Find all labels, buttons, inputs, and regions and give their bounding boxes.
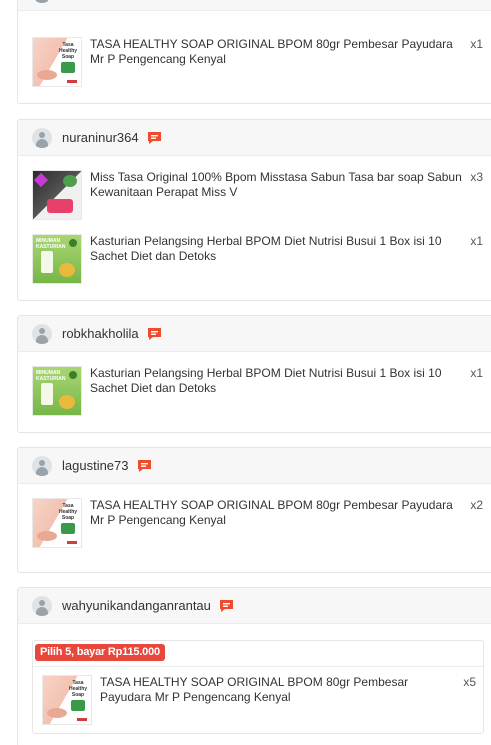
- promo-bundle: Pilih 5, bayar Rp115.000 Tasa Healthy So…: [32, 640, 484, 734]
- chat-icon[interactable]: [137, 459, 152, 473]
- username[interactable]: robkhakholila: [62, 326, 139, 341]
- thumbnail-label: Tasa Healthy Soap: [58, 42, 78, 60]
- quantity: x2: [470, 498, 483, 512]
- quantity: x5: [463, 675, 476, 689]
- quantity: x1: [470, 234, 483, 248]
- chat-icon[interactable]: [219, 599, 234, 613]
- avatar: [32, 323, 52, 344]
- product-thumbnail[interactable]: Tasa Healthy Soap: [32, 498, 82, 548]
- order-item[interactable]: MINUMAN KASTURIAN Kasturian Pelangsing H…: [18, 366, 491, 416]
- order-card: lagustine73 Tasa Healthy Soap TASA HEALT…: [17, 447, 491, 573]
- order-card: robkhakholila MINUMAN KASTURIAN Kasturia…: [17, 315, 491, 433]
- quantity: x1: [470, 366, 483, 380]
- product-name[interactable]: Kasturian Pelangsing Herbal BPOM Diet Nu…: [90, 366, 464, 396]
- username[interactable]: lagustine73: [62, 458, 129, 473]
- thumbnail-label: MINUMAN KASTURIAN: [36, 238, 66, 250]
- product-thumbnail[interactable]: Tasa Healthy Soap: [32, 37, 82, 87]
- order-item[interactable]: Miss Tasa Original 100% Bpom Misstasa Sa…: [18, 170, 491, 220]
- product-name[interactable]: Kasturian Pelangsing Herbal BPOM Diet Nu…: [90, 234, 464, 264]
- order-card: Tasa Healthy Soap TASA HEALTHY SOAP ORIG…: [17, 0, 491, 104]
- order-card: nuraninur364 Miss Tasa Original 100% Bpo…: [17, 119, 491, 301]
- order-card-header: lagustine73: [18, 448, 491, 484]
- product-thumbnail[interactable]: MINUMAN KASTURIAN: [32, 234, 82, 284]
- promo-badge[interactable]: Pilih 5, bayar Rp115.000: [35, 644, 165, 661]
- chat-icon[interactable]: [147, 131, 162, 145]
- thumbnail-label: Tasa Healthy Soap: [68, 680, 88, 698]
- divider: [33, 666, 483, 667]
- order-card-header: robkhakholila: [18, 316, 491, 352]
- order-card-header: wahyunikandanganrantau: [18, 588, 491, 624]
- order-card-header: nuraninur364: [18, 120, 491, 156]
- order-item[interactable]: Tasa Healthy Soap TASA HEALTHY SOAP ORIG…: [42, 675, 458, 725]
- order-item[interactable]: Tasa Healthy Soap TASA HEALTHY SOAP ORIG…: [18, 37, 491, 87]
- order-card-header: [18, 0, 491, 11]
- product-thumbnail[interactable]: Tasa Healthy Soap: [42, 675, 92, 725]
- product-name[interactable]: TASA HEALTHY SOAP ORIGINAL BPOM 80gr Pem…: [90, 37, 464, 67]
- avatar: [32, 595, 52, 616]
- product-name[interactable]: TASA HEALTHY SOAP ORIGINAL BPOM 80gr Pem…: [90, 498, 464, 528]
- avatar: [32, 455, 52, 476]
- quantity: x3: [470, 170, 483, 184]
- avatar: [32, 0, 52, 3]
- order-item[interactable]: MINUMAN KASTURIAN Kasturian Pelangsing H…: [18, 234, 491, 284]
- username[interactable]: wahyunikandanganrantau: [62, 598, 211, 613]
- thumbnail-label: MINUMAN KASTURIAN: [36, 370, 66, 382]
- quantity: x1: [470, 37, 483, 51]
- product-name[interactable]: Miss Tasa Original 100% Bpom Misstasa Sa…: [90, 170, 464, 200]
- product-thumbnail[interactable]: [32, 170, 82, 220]
- order-item[interactable]: Tasa Healthy Soap TASA HEALTHY SOAP ORIG…: [18, 498, 491, 548]
- order-card: wahyunikandanganrantau Pilih 5, bayar Rp…: [17, 587, 491, 745]
- product-thumbnail[interactable]: MINUMAN KASTURIAN: [32, 366, 82, 416]
- chat-icon[interactable]: [147, 327, 162, 341]
- avatar: [32, 127, 52, 148]
- thumbnail-label: Tasa Healthy Soap: [58, 503, 78, 521]
- product-name[interactable]: TASA HEALTHY SOAP ORIGINAL BPOM 80gr Pem…: [100, 675, 458, 705]
- username[interactable]: nuraninur364: [62, 130, 139, 145]
